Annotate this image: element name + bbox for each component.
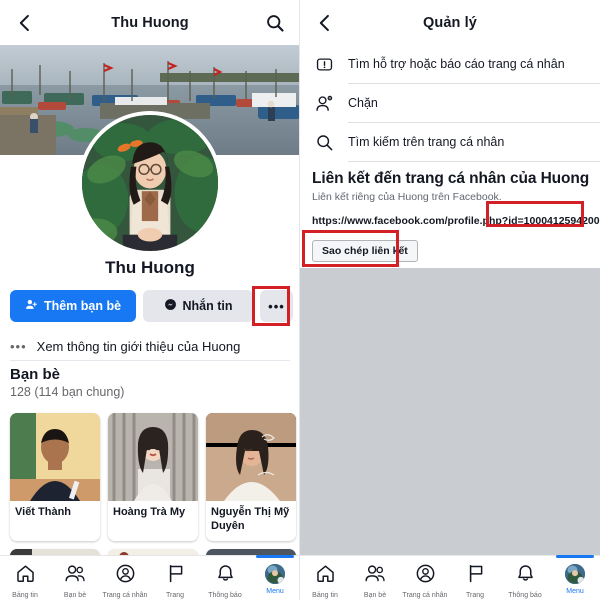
bottom-nav-left: Bảng tin Bạn bè Trang cá nhân Trang Thôn… xyxy=(0,555,299,600)
more-options-button[interactable]: ••• xyxy=(260,290,293,322)
nav-item-pages[interactable]: Trang xyxy=(150,556,200,600)
nav-item-notifications[interactable]: Thông báo xyxy=(500,556,550,600)
menu-label-search-profile: Tìm kiếm trên trang cá nhân xyxy=(348,135,505,149)
add-friend-button[interactable]: Thêm bạn bè xyxy=(10,290,136,322)
left-phone-screen: Thu Huong Thu Huong Thêm bạn bè Nhắn tin… xyxy=(0,0,300,600)
home-icon xyxy=(15,563,36,589)
copy-link-label: Sao chép liên kết xyxy=(322,245,408,257)
block-user-icon xyxy=(314,93,334,113)
nav-label-menu: Menu xyxy=(566,588,584,595)
profile-action-bar: Thêm bạn bè Nhắn tin ••• xyxy=(10,290,293,322)
friends-count: 128 (114 bạn chung) xyxy=(10,385,125,399)
avatar[interactable] xyxy=(78,111,222,255)
bell-icon xyxy=(215,563,236,589)
nav-item-home[interactable]: Bảng tin xyxy=(0,556,50,600)
friend-card[interactable]: Viết Thành xyxy=(10,413,100,541)
link-section-subtitle: Liên kết riêng của Huong trên Facebook. xyxy=(312,191,502,203)
nav-label-pages: Trang xyxy=(465,592,485,599)
nav-label-friends: Bạn bè xyxy=(363,592,387,599)
avatar-icon xyxy=(564,563,586,585)
messenger-icon xyxy=(164,298,177,314)
search-icon xyxy=(314,132,334,152)
bottom-nav-right: Bảng tin Bạn bè Trang cá nhân Trang Thôn… xyxy=(300,555,600,600)
nav-item-friends[interactable]: Bạn bè xyxy=(350,556,400,600)
nav-label-menu: Menu xyxy=(266,588,284,595)
home-icon xyxy=(315,563,336,589)
profile-icon xyxy=(115,563,136,589)
menu-label-block: Chặn xyxy=(348,96,378,110)
nav-label-profile: Trang cá nhân xyxy=(402,592,448,599)
right-top-bar: Quản lý xyxy=(300,0,600,45)
chevron-left-icon[interactable] xyxy=(314,12,336,34)
friend-photo xyxy=(206,413,296,501)
right-phone-screen: Quản lý Tìm hỗ trợ hoặc báo cáo trang cá… xyxy=(300,0,600,600)
message-button[interactable]: Nhắn tin xyxy=(143,290,253,322)
nav-item-menu[interactable]: Menu xyxy=(550,555,600,600)
nav-item-menu[interactable]: Menu xyxy=(250,555,299,600)
friend-photo xyxy=(108,413,198,501)
flag-icon xyxy=(465,563,486,589)
menu-item-search-profile[interactable]: Tìm kiếm trên trang cá nhân xyxy=(300,123,600,161)
menu-divider xyxy=(348,161,600,162)
nav-item-profile[interactable]: Trang cá nhân xyxy=(100,556,150,600)
nav-label-profile: Trang cá nhân xyxy=(102,592,148,599)
page-title: Thu Huong xyxy=(111,14,189,31)
profile-url-prefix: https://www.facebook.com/profile.php?id= xyxy=(312,215,524,227)
nav-label-home: Bảng tin xyxy=(312,592,338,599)
top-bar-spacer xyxy=(564,12,586,34)
chevron-left-icon[interactable] xyxy=(14,12,36,34)
add-friend-icon xyxy=(25,298,38,314)
add-friend-label: Thêm bạn bè xyxy=(43,299,122,313)
nav-item-profile[interactable]: Trang cá nhân xyxy=(400,556,450,600)
flag-icon xyxy=(165,563,186,589)
friends-icon xyxy=(64,563,86,589)
bell-icon xyxy=(515,563,536,589)
profile-url-id: 100041259420090 xyxy=(523,215,600,227)
empty-gray-area xyxy=(300,268,600,555)
nav-item-pages[interactable]: Trang xyxy=(450,556,500,600)
link-section-title: Liên kết đến trang cá nhân của Huong xyxy=(312,170,590,187)
friend-name: Viết Thành xyxy=(15,506,72,518)
view-intro-label: Xem thông tin giới thiệu của Huong xyxy=(36,338,241,354)
more-options-label: ••• xyxy=(268,298,285,314)
friend-card[interactable]: Nguyễn Thị Mỹ Duyên xyxy=(206,413,296,541)
nav-item-home[interactable]: Bảng tin xyxy=(300,556,350,600)
friend-name: Hoàng Trà My xyxy=(113,506,186,518)
profile-name: Thu Huong xyxy=(105,258,195,277)
friends-title: Bạn bè xyxy=(10,366,61,383)
profile-link-section: Liên kết đến trang cá nhân của Huong Liê… xyxy=(312,170,600,262)
friends-section-header: Bạn bè 128 (114 bạn chung) xyxy=(10,366,290,399)
search-icon[interactable] xyxy=(264,12,286,34)
message-label: Nhắn tin xyxy=(182,299,233,313)
nav-item-notifications[interactable]: Thông báo xyxy=(200,556,250,600)
dual-screenshot-container: Thu Huong Thu Huong Thêm bạn bè Nhắn tin… xyxy=(0,0,600,600)
left-top-bar: Thu Huong xyxy=(0,0,299,45)
menu-item-report[interactable]: Tìm hỗ trợ hoặc báo cáo trang cá nhân xyxy=(300,45,600,83)
nav-label-friends: Bạn bè xyxy=(63,592,87,599)
friend-photo xyxy=(10,413,100,501)
nav-label-notifications: Thông báo xyxy=(508,592,542,599)
view-intro-row[interactable]: ••• Xem thông tin giới thiệu của Huong xyxy=(10,334,290,358)
friend-card[interactable]: Hoàng Trà My xyxy=(108,413,198,541)
section-divider xyxy=(10,360,290,361)
page-title: Quản lý xyxy=(423,14,477,31)
nav-label-notifications: Thông báo xyxy=(208,592,242,599)
menu-item-block[interactable]: Chặn xyxy=(300,84,600,122)
nav-label-home: Bảng tin xyxy=(12,592,38,599)
avatar-icon xyxy=(264,563,286,585)
ellipsis-icon: ••• xyxy=(10,338,27,354)
menu-label-report: Tìm hỗ trợ hoặc báo cáo trang cá nhân xyxy=(348,57,565,71)
profile-icon xyxy=(415,563,436,589)
friend-name: Nguyễn Thị Mỹ Duyên xyxy=(211,506,290,532)
profile-url[interactable]: https://www.facebook.com/profile.php?id=… xyxy=(312,215,600,227)
report-icon xyxy=(314,54,334,74)
manage-menu-list: Tìm hỗ trợ hoặc báo cáo trang cá nhân Ch… xyxy=(300,45,600,162)
friends-icon xyxy=(364,563,386,589)
nav-item-friends[interactable]: Bạn bè xyxy=(50,556,100,600)
nav-label-pages: Trang xyxy=(165,592,185,599)
copy-link-button[interactable]: Sao chép liên kết xyxy=(312,240,418,262)
